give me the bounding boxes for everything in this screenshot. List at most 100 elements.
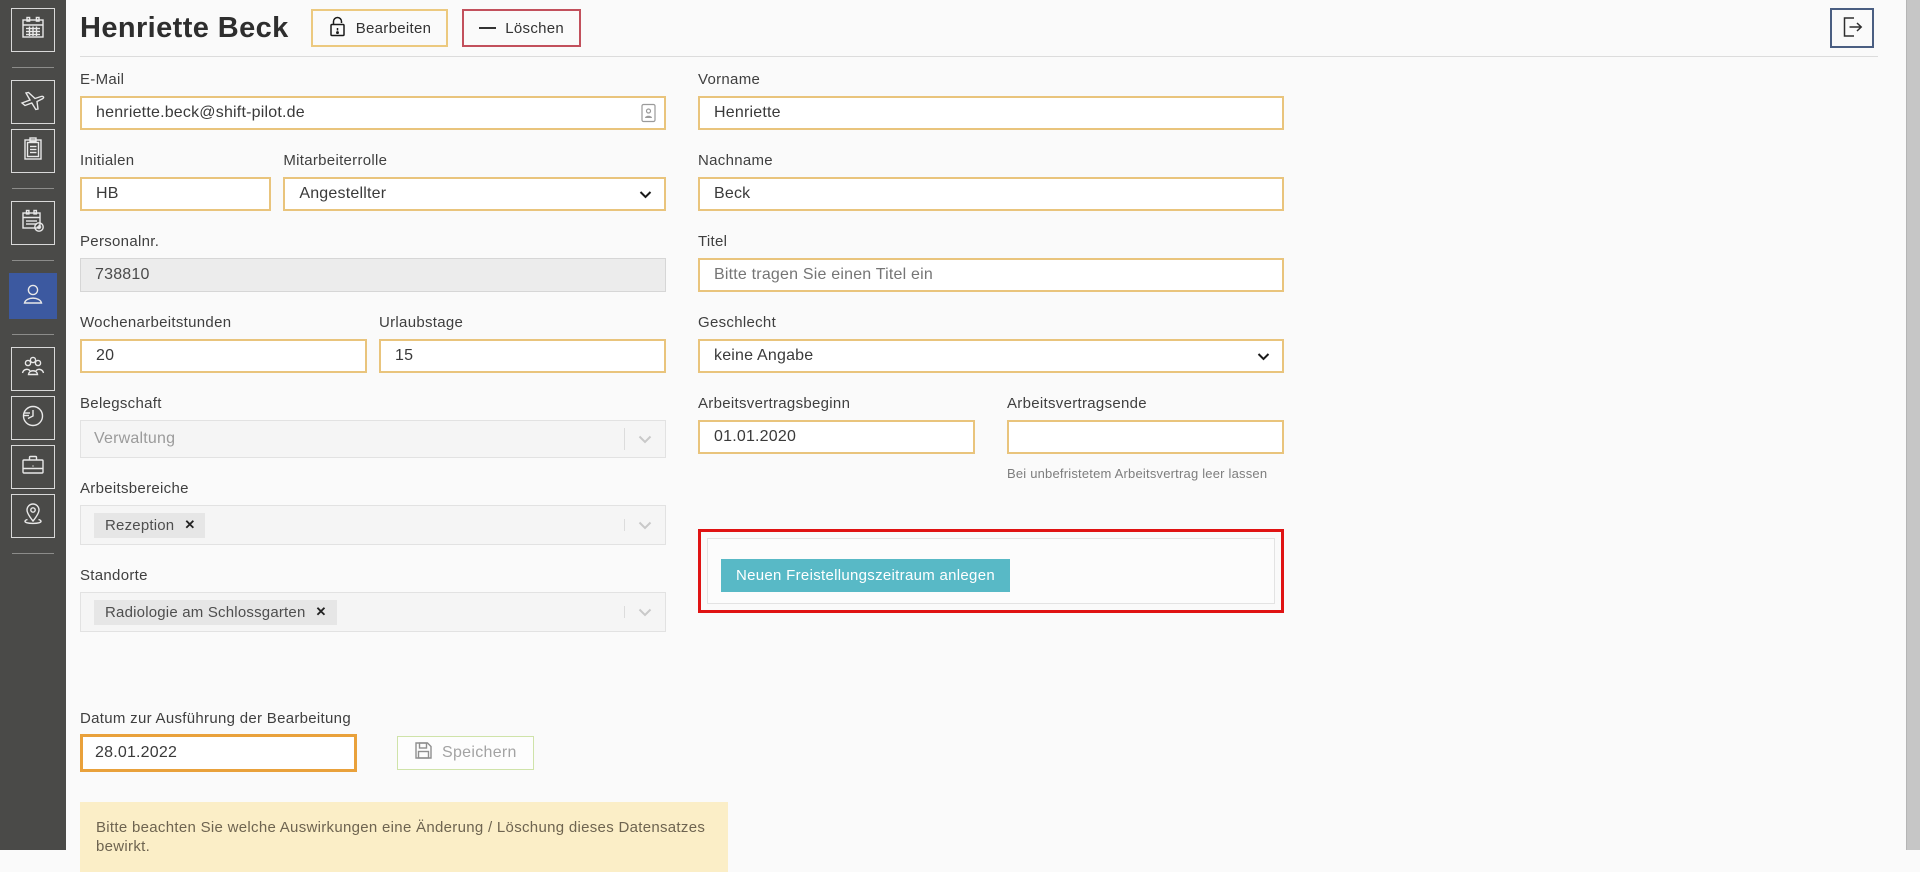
vacation-days-label: Urlaubstage [379,314,666,332]
sidebar-item-employee[interactable] [9,273,57,319]
personnel-no-input: 738810 [80,258,666,292]
personnel-no-label: Personalnr. [80,233,666,251]
calendar-icon [20,15,46,46]
contract-end-hint: Bei unbefristetem Arbeitsvertrag leer la… [1007,466,1284,481]
lock-icon [328,15,347,42]
edit-button[interactable]: Bearbeiten [311,9,449,47]
gender-label: Geschlecht [698,314,1284,332]
last-name-input[interactable] [698,177,1284,211]
people-group-icon [19,353,47,386]
locations-multiselect: Radiologie am Schlossgarten ✕ [80,592,666,632]
workforce-field-group: Belegschaft Verwaltung [80,395,666,458]
sidebar-item-locations[interactable] [11,494,55,538]
role-select-value: Angestellter [299,185,639,203]
page-title: Henriette Beck [80,12,289,45]
weekly-hours-input[interactable] [80,339,367,373]
remove-tag-icon[interactable]: ✕ [184,517,195,533]
title-input[interactable] [698,258,1284,292]
sidebar-item-teams[interactable] [11,347,55,391]
chevron-down-icon [625,435,665,444]
chevron-down-icon [625,608,665,617]
sidebar-divider [12,553,54,554]
vacation-days-input[interactable] [379,339,666,373]
save-button[interactable]: Speichern [397,736,534,770]
work-area-tag-label: Rezeption [105,517,174,534]
email-label: E-Mail [80,71,666,89]
gender-select[interactable]: keine Angabe [698,339,1284,373]
create-leave-period-button[interactable]: Neuen Freistellungszeitraum anlegen [721,559,1010,592]
role-select[interactable]: Angestellter [283,177,666,211]
sidebar-item-calendar-add[interactable] [11,201,55,245]
sidebar [0,0,66,850]
first-name-label: Vorname [698,71,1284,89]
gender-field-group: Geschlecht keine Angabe [698,314,1284,373]
title-field-group: Titel [698,233,1284,292]
minus-icon [479,27,496,29]
sidebar-item-time-tracking[interactable] [11,396,55,440]
sidebar-divider [12,67,54,68]
first-name-field-group: Vorname [698,71,1284,130]
gender-select-value: keine Angabe [714,347,1257,365]
weekly-hours-label: Wochenarbeitstunden [80,314,367,332]
sidebar-divider [12,188,54,189]
edit-button-label: Bearbeiten [356,20,432,37]
airplane-icon [19,86,47,119]
sidebar-item-jobs[interactable] [11,445,55,489]
contract-end-field-group: Arbeitsvertragsende Bei unbefristetem Ar… [1007,395,1284,481]
remove-tag-icon[interactable]: ✕ [316,604,327,620]
location-tag-label: Radiologie am Schlossgarten [105,604,306,621]
page-header: Henriette Beck Bearbeiten Löschen [80,6,1892,50]
calendar-plus-icon [20,208,46,239]
sidebar-item-absences[interactable] [11,80,55,124]
role-field-group: Mitarbeiterrolle Angestellter [283,152,666,211]
workforce-label: Belegschaft [80,395,666,413]
title-label: Titel [698,233,1284,251]
role-label: Mitarbeiterrolle [283,152,666,170]
execution-date-input[interactable] [80,734,357,772]
initials-input[interactable] [80,177,271,211]
work-areas-multiselect: Rezeption ✕ [80,505,666,545]
logout-icon [1839,14,1865,43]
person-icon [19,280,47,313]
locations-label: Standorte [80,567,666,585]
logout-button[interactable] [1830,8,1874,48]
delete-button-label: Löschen [505,20,564,37]
save-icon [414,741,433,765]
personnel-no-value: 738810 [95,266,150,284]
header-divider [80,56,1878,57]
form-footer: Datum zur Ausführung der Bearbeitung Spe… [80,710,1892,872]
chevron-down-icon [1257,352,1270,361]
workforce-select-value: Verwaltung [94,430,624,448]
last-name-field-group: Nachname [698,152,1284,211]
last-name-label: Nachname [698,152,1284,170]
vacation-days-field-group: Urlaubstage [379,314,666,373]
briefcase-icon [19,451,47,484]
form-right-column: Vorname Nachname Titel Geschlecht keine … [698,71,1284,654]
first-name-input[interactable] [698,96,1284,130]
clock-icon [19,402,47,435]
workforce-select: Verwaltung [80,420,666,458]
contract-start-field-group: Arbeitsvertragsbeginn [698,395,975,481]
clipboard-icon [20,136,46,167]
contract-end-label: Arbeitsvertragsende [1007,395,1284,413]
email-input[interactable] [80,96,666,130]
sidebar-item-reports[interactable] [11,129,55,173]
weekly-hours-field-group: Wochenarbeitstunden [80,314,367,373]
work-areas-label: Arbeitsbereiche [80,480,666,498]
initials-label: Initialen [80,152,271,170]
sidebar-item-calendar[interactable] [11,8,55,52]
sidebar-divider [12,334,54,335]
vertical-scrollbar[interactable] [1906,0,1920,850]
leave-period-panel: Neuen Freistellungszeitraum anlegen [707,538,1275,604]
main-content: Henriette Beck Bearbeiten Löschen E-Mail [80,0,1892,872]
work-areas-field-group: Arbeitsbereiche Rezeption ✕ [80,480,666,545]
work-area-tag: Rezeption ✕ [94,513,205,538]
location-tag: Radiologie am Schlossgarten ✕ [94,600,337,625]
chevron-down-icon [625,521,665,530]
form-left-column: E-Mail Initialen Mitarbeiterrolle Angest [80,71,666,654]
locations-field-group: Standorte Radiologie am Schlossgarten ✕ [80,567,666,632]
contract-start-input[interactable] [698,420,975,454]
email-field-group: E-Mail [80,71,666,130]
contract-end-input[interactable] [1007,420,1284,454]
delete-button[interactable]: Löschen [462,9,581,47]
